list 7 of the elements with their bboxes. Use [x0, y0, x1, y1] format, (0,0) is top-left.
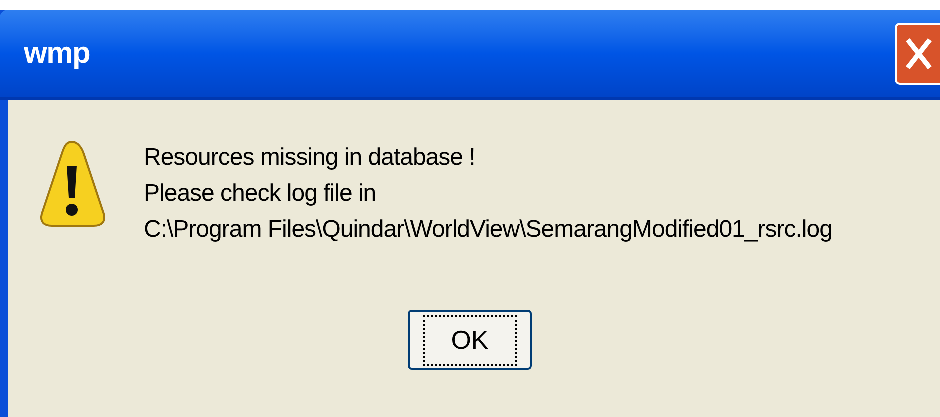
window-title: wmp — [24, 36, 90, 72]
close-icon — [904, 36, 934, 72]
message-text: C:\Program Files\Quindar\WorldView\SemarangModified01_rsrc.log — [144, 215, 832, 245]
message-text: Please check log file in — [144, 179, 378, 209]
ok-button[interactable]: OK — [408, 310, 532, 370]
message-text: Resources missing in database ! — [144, 143, 476, 173]
close-button[interactable] — [895, 22, 940, 84]
